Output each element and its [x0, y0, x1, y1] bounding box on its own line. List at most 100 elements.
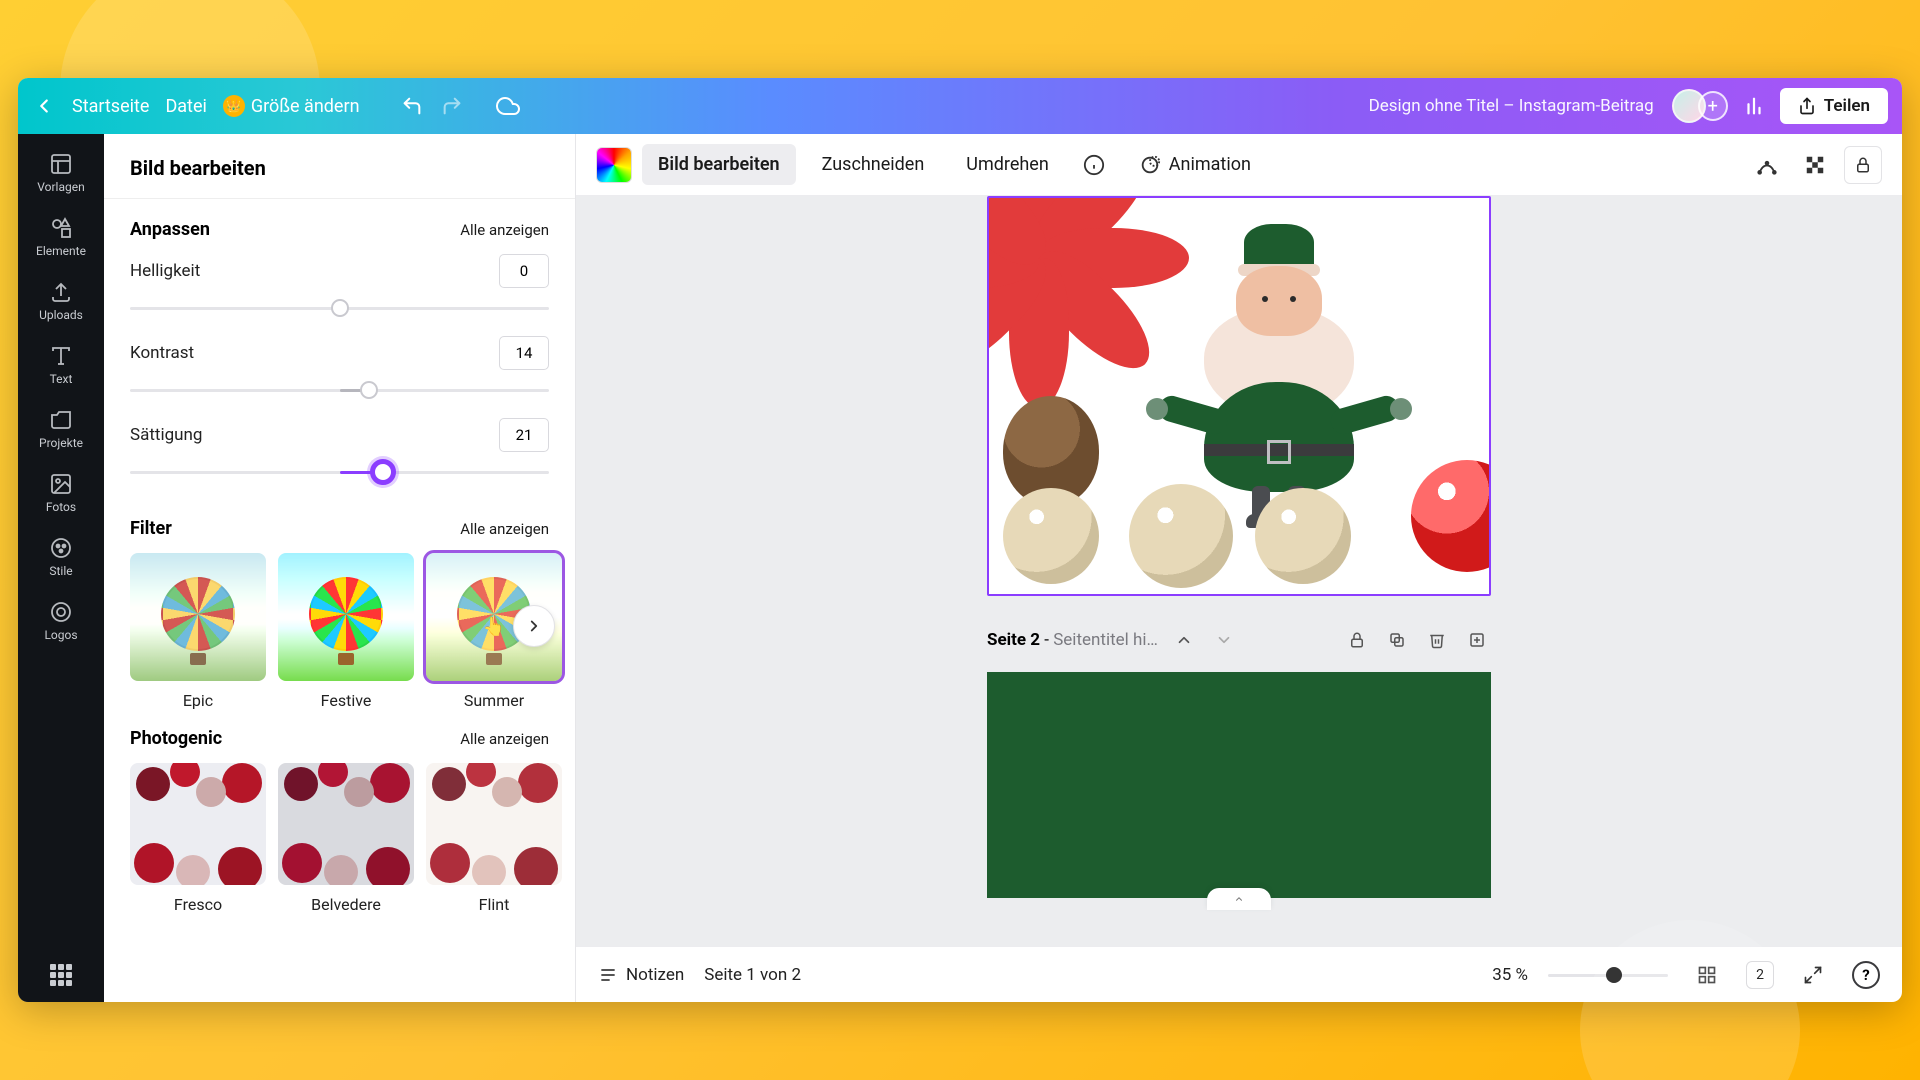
- filter-heading: Filter: [130, 518, 172, 539]
- filter-summer-label: Summer: [426, 691, 562, 710]
- rail-styles-label: Stile: [49, 564, 72, 578]
- rail-uploads[interactable]: Uploads: [18, 268, 104, 332]
- photogenic-belvedere[interactable]: Belvedere: [278, 763, 414, 914]
- transparency-button[interactable]: [1796, 146, 1834, 184]
- page-delete-icon[interactable]: [1423, 626, 1451, 654]
- brightness-slider[interactable]: [130, 298, 549, 318]
- photogenic-fresco[interactable]: Fresco: [130, 763, 266, 914]
- photogenic-show-all[interactable]: Alle anzeigen: [460, 730, 549, 748]
- position-button[interactable]: [1748, 146, 1786, 184]
- animation-label: Animation: [1169, 154, 1251, 175]
- resize-button[interactable]: 👑 Größe ändern: [223, 95, 360, 117]
- adjust-heading: Anpassen: [130, 219, 210, 240]
- panel-title: Bild bearbeiten: [104, 134, 575, 199]
- add-member-button[interactable]: +: [1698, 91, 1728, 121]
- rail-projects-label: Projekte: [39, 436, 83, 450]
- page-collapse-up-icon[interactable]: [1170, 626, 1198, 654]
- chevron-right-icon: [525, 617, 543, 635]
- rail-logos[interactable]: Logos: [18, 588, 104, 652]
- fullscreen-button[interactable]: [1794, 956, 1832, 994]
- resize-label: Größe ändern: [251, 96, 360, 117]
- help-button[interactable]: ?: [1852, 961, 1880, 989]
- saturation-slider[interactable]: [130, 462, 549, 482]
- edit-image-button[interactable]: Bild bearbeiten: [642, 144, 796, 185]
- page-count-badge[interactable]: 2: [1746, 961, 1774, 989]
- brightness-value[interactable]: 0: [499, 254, 549, 288]
- top-bar: Startseite Datei 👑 Größe ändern Design o…: [18, 78, 1902, 134]
- color-swatch[interactable]: [596, 147, 632, 183]
- flip-button[interactable]: Umdrehen: [950, 144, 1065, 185]
- photogenic-heading: Photogenic: [130, 728, 222, 749]
- redo-icon[interactable]: [440, 94, 464, 118]
- lock-icon: [1854, 156, 1872, 174]
- page-2[interactable]: [987, 672, 1491, 898]
- rail-uploads-label: Uploads: [39, 308, 83, 322]
- rail-text-label: Text: [50, 372, 73, 386]
- back-icon[interactable]: [32, 94, 56, 118]
- lock-button[interactable]: [1844, 146, 1882, 184]
- notes-icon: [598, 965, 618, 985]
- share-label: Teilen: [1824, 96, 1870, 116]
- page-add-icon[interactable]: [1463, 626, 1491, 654]
- page-2-title[interactable]: Seite 2 - Seitentitel hi…: [987, 630, 1158, 650]
- rail-templates-label: Vorlagen: [37, 180, 84, 194]
- page-indicator: Seite 1 von 2: [704, 965, 801, 985]
- rail-text[interactable]: Text: [18, 332, 104, 396]
- share-button[interactable]: Teilen: [1780, 88, 1888, 124]
- rail-styles[interactable]: Stile: [18, 524, 104, 588]
- contrast-slider[interactable]: [130, 380, 549, 400]
- animation-icon: [1139, 154, 1161, 176]
- page-handle[interactable]: [1207, 888, 1271, 910]
- canvas-area: Bild bearbeiten Zuschneiden Umdrehen Ani…: [576, 134, 1902, 1002]
- home-link[interactable]: Startseite: [72, 96, 149, 117]
- filters-next-button[interactable]: [513, 605, 555, 647]
- filter-festive[interactable]: Festive: [278, 553, 414, 710]
- context-toolbar: Bild bearbeiten Zuschneiden Umdrehen Ani…: [576, 134, 1902, 196]
- santa-graphic: [1189, 224, 1369, 484]
- photogenic-belvedere-label: Belvedere: [278, 895, 414, 914]
- crown-icon: 👑: [223, 95, 245, 117]
- cloud-sync-icon[interactable]: [496, 94, 520, 118]
- info-button[interactable]: [1075, 146, 1113, 184]
- undo-icon[interactable]: [400, 94, 424, 118]
- apps-grid-icon: [50, 964, 72, 986]
- rail-apps[interactable]: [50, 948, 72, 1002]
- filter-epic[interactable]: Epic: [130, 553, 266, 710]
- chevron-up-icon: [1231, 894, 1247, 904]
- rail-logos-label: Logos: [44, 628, 77, 642]
- saturation-label: Sättigung: [130, 425, 202, 445]
- rail-projects[interactable]: Projekte: [18, 396, 104, 460]
- notes-button[interactable]: Notizen: [598, 965, 684, 985]
- rail-elements[interactable]: Elemente: [18, 204, 104, 268]
- grid-view-button[interactable]: [1688, 956, 1726, 994]
- crop-button[interactable]: Zuschneiden: [806, 144, 941, 185]
- rail-photos[interactable]: Fotos: [18, 460, 104, 524]
- adjust-show-all[interactable]: Alle anzeigen: [460, 221, 549, 239]
- document-title[interactable]: Design ohne Titel – Instagram-Beitrag: [1369, 96, 1654, 116]
- photogenic-fresco-label: Fresco: [130, 895, 266, 914]
- bottom-bar: Notizen Seite 1 von 2 35 % 2: [576, 946, 1902, 1002]
- file-menu[interactable]: Datei: [165, 96, 206, 117]
- zoom-slider[interactable]: [1548, 965, 1668, 985]
- saturation-value[interactable]: 21: [499, 418, 549, 452]
- photogenic-flint[interactable]: Flint: [426, 763, 562, 914]
- app-window: Startseite Datei 👑 Größe ändern Design o…: [18, 78, 1902, 1002]
- brightness-label: Helligkeit: [130, 261, 200, 281]
- rail-templates[interactable]: Vorlagen: [18, 140, 104, 204]
- animation-button[interactable]: Animation: [1123, 144, 1267, 186]
- page-2-header: Seite 2 - Seitentitel hi…: [987, 626, 1491, 654]
- filter-epic-label: Epic: [130, 691, 266, 710]
- edit-image-panel: Bild bearbeiten Anpassen Alle anzeigen H…: [104, 134, 576, 1002]
- page-expand-down-icon[interactable]: [1210, 626, 1238, 654]
- page-lock-icon[interactable]: [1343, 626, 1371, 654]
- photogenic-flint-label: Flint: [426, 895, 562, 914]
- zoom-label: 35 %: [1492, 965, 1528, 985]
- contrast-value[interactable]: 14: [499, 336, 549, 370]
- side-rail: Vorlagen Elemente Uploads Text Projekte: [18, 134, 104, 1002]
- filter-show-all[interactable]: Alle anzeigen: [460, 520, 549, 538]
- page-duplicate-icon[interactable]: [1383, 626, 1411, 654]
- insights-icon[interactable]: [1742, 94, 1766, 118]
- canvas-stage[interactable]: Seite 2 - Seitentitel hi…: [576, 196, 1902, 946]
- page-1[interactable]: [987, 196, 1491, 596]
- ornaments: [989, 468, 1489, 588]
